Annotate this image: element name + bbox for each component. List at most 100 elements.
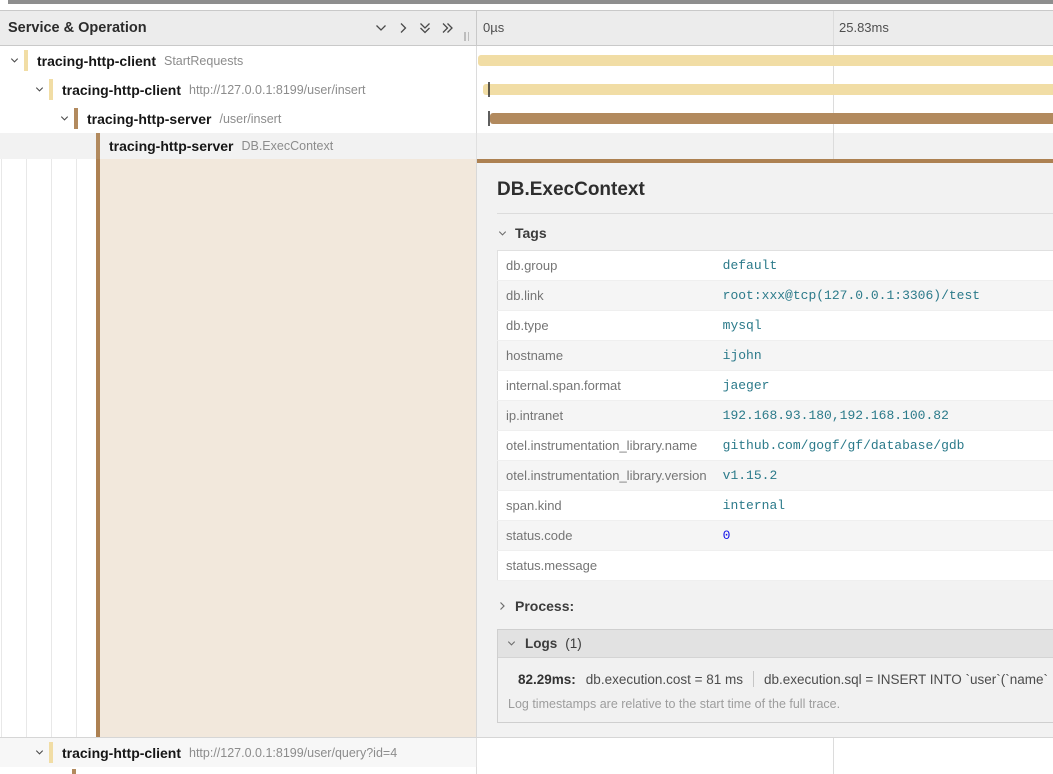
operation-name: /user/insert <box>219 112 281 126</box>
collapse-all-icon[interactable] <box>418 21 432 35</box>
timeline-ticks-header: 0µs 25.83ms <box>477 11 1053 45</box>
service-name: tracing-http-client <box>37 53 156 69</box>
log-entry[interactable]: 82.29ms: db.execution.cost = 81 ms db.ex… <box>498 658 1053 692</box>
timeline-scrubber-bar[interactable] <box>8 0 1053 4</box>
chevron-down-icon <box>506 638 517 649</box>
span-detail-panel: DB.ExecContext Tags db.groupdefault db.l… <box>477 159 1053 737</box>
span-color-indicator <box>96 133 100 159</box>
operation-name: DB.ExecContext <box>241 139 333 153</box>
tag-key: hostname <box>498 341 715 371</box>
tags-section-toggle[interactable]: Tags <box>497 225 1053 241</box>
span-duration-bar[interactable] <box>490 113 1053 124</box>
tag-key: span.kind <box>498 491 715 521</box>
expand-one-level-icon[interactable] <box>396 21 410 35</box>
tag-value: 192.168.93.180,192.168.100.82 <box>715 401 1053 431</box>
span-timeline-cell <box>477 738 1053 767</box>
tick-label-start: 0µs <box>483 20 504 35</box>
tag-value: v1.15.2 <box>715 461 1053 491</box>
chevron-down-icon[interactable] <box>6 54 22 68</box>
span-row-db-exec-context[interactable]: tracing-http-server DB.ExecContext <box>0 133 1053 159</box>
field-separator <box>753 671 754 687</box>
operation-name: http://127.0.0.1:8199/user/query?id=4 <box>189 746 397 760</box>
timeline-header-row: Service & Operation 0µs 25.83ms <box>0 10 1053 46</box>
span-row-start-requests[interactable]: tracing-http-client StartRequests <box>0 46 1053 75</box>
log-field: db.execution.cost = 81 ms <box>586 672 743 687</box>
tag-value: github.com/gogf/gf/database/gdb <box>715 431 1053 461</box>
tag-value: 0 <box>715 521 1053 551</box>
tag-row: db.groupdefault <box>498 251 1053 281</box>
span-rows: tracing-http-client StartRequests tracin… <box>0 46 1053 774</box>
timeline-gridline <box>833 133 834 159</box>
span-timeline-cell <box>477 104 1053 133</box>
tag-row: db.typemysql <box>498 311 1053 341</box>
tag-key: internal.span.format <box>498 371 715 401</box>
tags-section-label: Tags <box>515 225 547 241</box>
logs-accordion: Logs (1) 82.29ms: db.execution.cost = 81… <box>497 629 1053 723</box>
chevron-right-icon <box>497 601 507 611</box>
tag-key: db.link <box>498 281 715 311</box>
tag-row: otel.instrumentation_library.namegithub.… <box>498 431 1053 461</box>
tag-key: db.group <box>498 251 715 281</box>
collapse-one-level-icon[interactable] <box>374 21 388 35</box>
process-section-label: Process: <box>515 598 574 614</box>
log-field: db.execution.sql = INSERT INTO `user`(`n… <box>764 672 1048 687</box>
service-name: tracing-http-client <box>62 745 181 761</box>
tag-key: status.code <box>498 521 715 551</box>
service-name: tracing-http-server <box>109 138 233 154</box>
tag-row: status.message <box>498 551 1053 581</box>
service-name: tracing-http-server <box>87 111 211 127</box>
span-color-indicator <box>49 742 53 763</box>
span-color-indicator <box>49 79 53 100</box>
logs-section-toggle[interactable]: Logs (1) <box>498 630 1053 658</box>
span-name-column: tracing-http-server /user/insert <box>0 104 477 133</box>
tick-label-mid: 25.83ms <box>839 20 889 35</box>
chevron-down-icon[interactable] <box>31 746 47 760</box>
trace-timeline-view: Service & Operation 0µs 25.83ms <box>0 0 1053 774</box>
process-section-toggle[interactable]: Process: <box>497 598 1053 614</box>
column-resize-grip[interactable] <box>464 32 469 41</box>
indent-guide <box>76 159 77 737</box>
tag-key: db.type <box>498 311 715 341</box>
span-row-client-query[interactable]: tracing-http-client http://127.0.0.1:819… <box>0 737 1053 767</box>
indent-guide <box>26 159 27 737</box>
expand-all-icon[interactable] <box>440 21 454 35</box>
span-row-server-insert[interactable]: tracing-http-server /user/insert <box>0 104 1053 133</box>
indent-guide <box>1 159 2 737</box>
span-detail-title: DB.ExecContext <box>497 179 1053 201</box>
span-timeline-cell <box>477 46 1053 75</box>
span-name-column: tracing-http-server DB.ExecContext <box>0 133 477 159</box>
chevron-down-icon[interactable] <box>56 112 72 126</box>
span-duration-bar[interactable] <box>483 84 1053 95</box>
tag-row: span.kindinternal <box>498 491 1053 521</box>
tag-value <box>715 551 1053 581</box>
detail-tint-area <box>100 159 476 737</box>
span-row-partial[interactable] <box>0 767 1053 774</box>
span-duration-bar[interactable] <box>478 55 1053 66</box>
logs-note: Log timestamps are relative to the start… <box>498 692 1053 722</box>
logs-count: (1) <box>565 636 582 651</box>
child-span-marker <box>488 82 490 97</box>
timeline-gridline <box>833 738 834 767</box>
tag-row: db.linkroot:xxx@tcp(127.0.0.1:3306)/test <box>498 281 1053 311</box>
span-name-column: tracing-http-client http://127.0.0.1:819… <box>0 75 477 104</box>
tag-row: ip.intranet192.168.93.180,192.168.100.82 <box>498 401 1053 431</box>
expand-collapse-toolbar <box>374 11 454 45</box>
tag-value: default <box>715 251 1053 281</box>
tag-row: internal.span.formatjaeger <box>498 371 1053 401</box>
indent-guide <box>51 159 52 737</box>
span-timeline-cell <box>477 767 1053 774</box>
timeline-gridline <box>833 767 834 774</box>
operation-name: http://127.0.0.1:8199/user/insert <box>189 83 366 97</box>
operation-name: StartRequests <box>164 54 243 68</box>
tag-value: ijohn <box>715 341 1053 371</box>
chevron-down-icon <box>497 228 508 239</box>
span-detail-row: DB.ExecContext Tags db.groupdefault db.l… <box>0 159 1053 737</box>
tag-row: otel.instrumentation_library.versionv1.1… <box>498 461 1053 491</box>
span-detail-left-gutter <box>0 159 477 737</box>
span-row-client-insert[interactable]: tracing-http-client http://127.0.0.1:819… <box>0 75 1053 104</box>
chevron-down-icon[interactable] <box>31 83 47 97</box>
span-name-column <box>0 767 477 774</box>
service-name: tracing-http-client <box>62 82 181 98</box>
span-timeline-cell <box>477 75 1053 104</box>
timeline-gridline <box>833 11 834 45</box>
